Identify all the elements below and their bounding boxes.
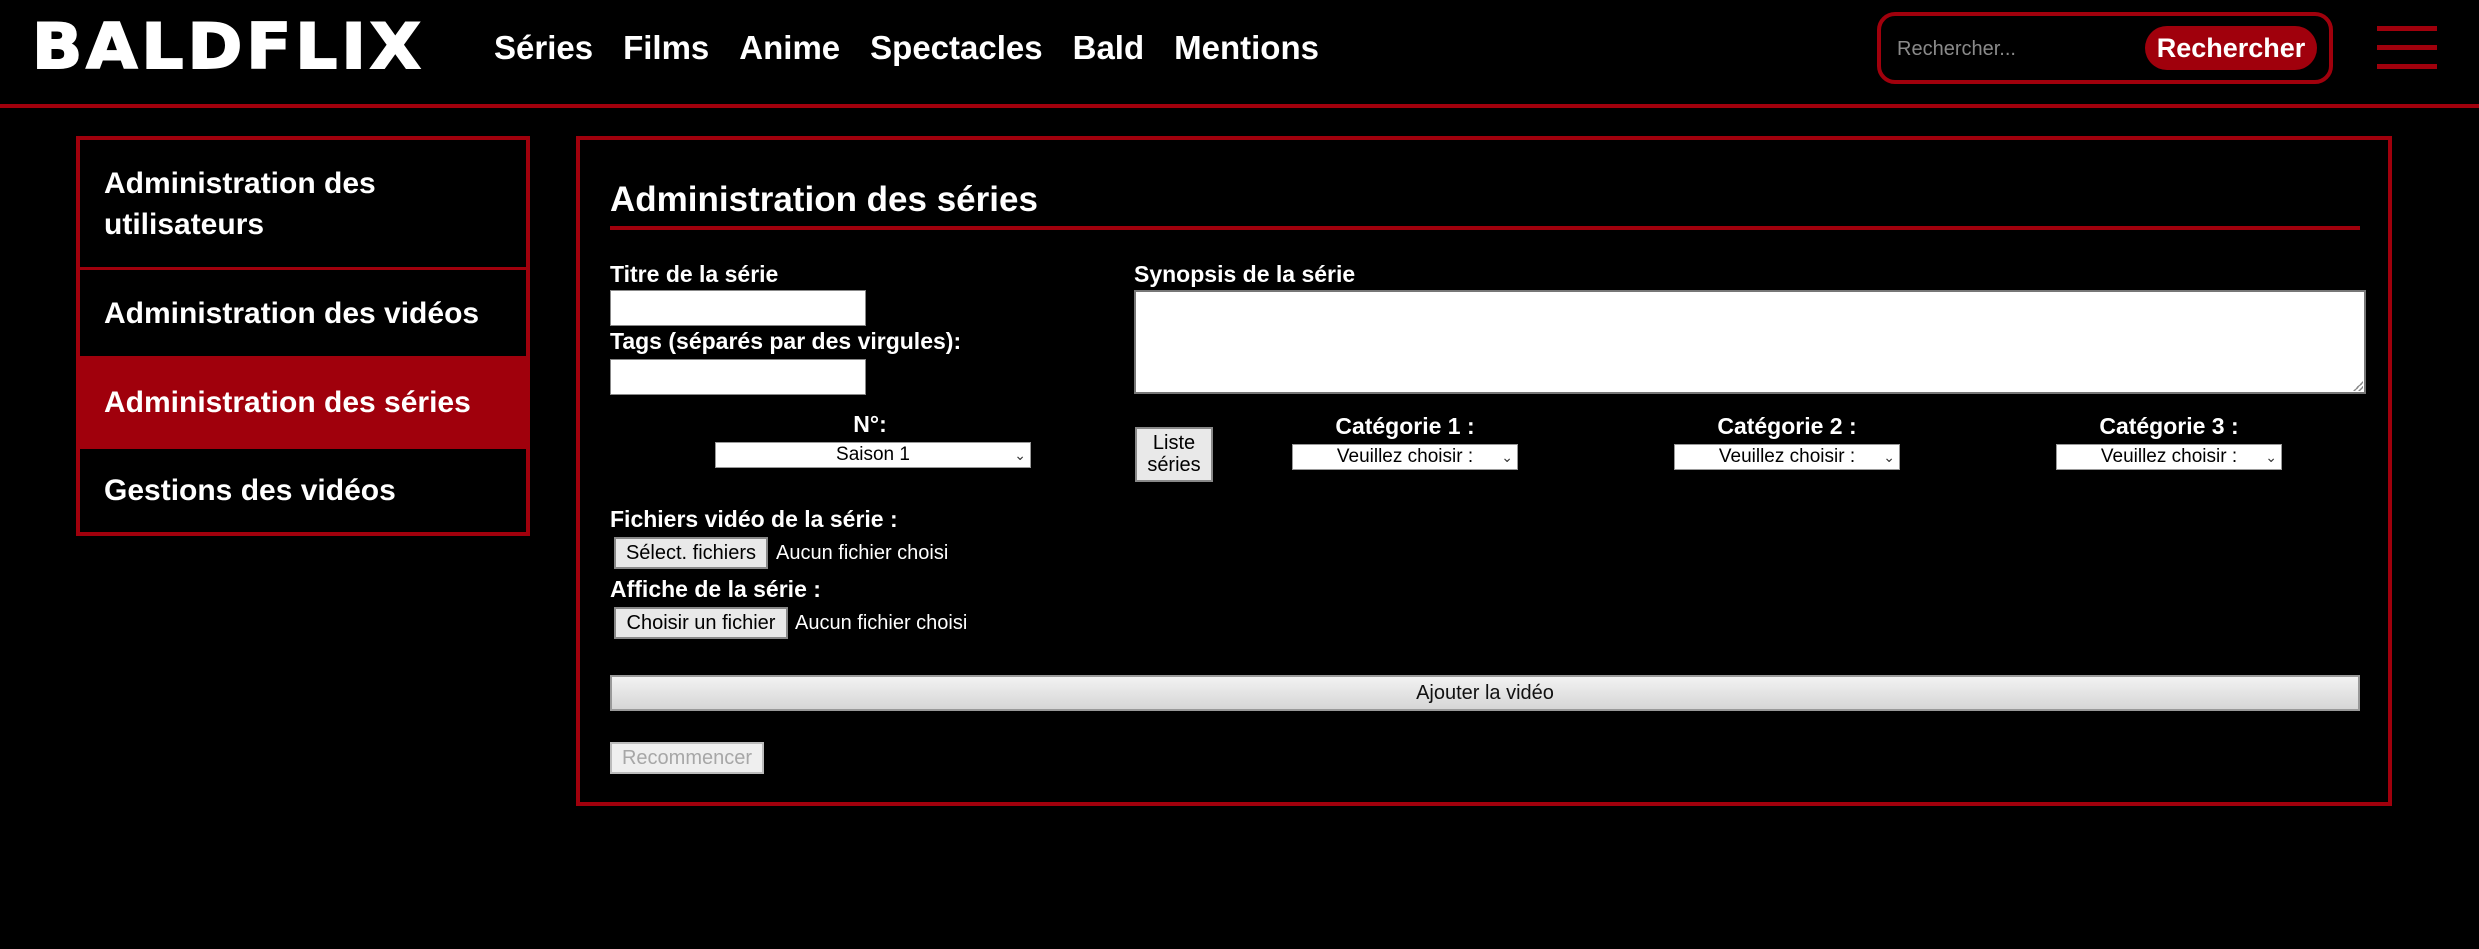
sidebar-item-videos-management[interactable]: Gestions des vidéos: [80, 449, 526, 532]
admin-sidebar: Administration des utilisateurs Administ…: [76, 136, 530, 536]
synopsis-textarea[interactable]: [1134, 290, 2366, 394]
nav-link-bald[interactable]: Bald: [1073, 25, 1145, 71]
tags-input[interactable]: [610, 359, 866, 395]
resize-handle-icon[interactable]: [2353, 381, 2363, 391]
hamburger-menu-icon[interactable]: [2377, 26, 2437, 70]
series-list-button-line2: séries: [1147, 454, 1201, 476]
select-video-files-button[interactable]: Sélect. fichiers: [614, 537, 768, 569]
search-button[interactable]: Rechercher: [2145, 26, 2317, 70]
category-1-select[interactable]: Veuillez choisir : ⌄: [1292, 444, 1518, 470]
nav-link-spectacles[interactable]: Spectacles: [870, 25, 1042, 71]
main-nav: Séries Films Anime Spectacles Bald Menti…: [494, 25, 1319, 71]
nav-link-anime[interactable]: Anime: [739, 25, 840, 71]
tags-label: Tags (séparés par des virgules):: [610, 328, 962, 354]
season-number-label: N°:: [853, 411, 887, 437]
poster-label: Affiche de la série :: [610, 576, 821, 602]
chevron-down-icon: ⌄: [1501, 449, 1513, 465]
site-header: BALDFLIX Séries Films Anime Spectacles B…: [0, 0, 2479, 108]
nav-link-films[interactable]: Films: [623, 25, 709, 71]
category-1-label: Catégorie 1 :: [1335, 413, 1475, 439]
choose-poster-file-button[interactable]: Choisir un fichier: [614, 607, 788, 639]
sidebar-item-videos-admin[interactable]: Administration des vidéos: [80, 270, 526, 359]
sidebar-item-users-admin[interactable]: Administration des utilisateurs: [80, 140, 526, 270]
category-3-selected: Veuillez choisir :: [2100, 446, 2238, 467]
page-title: Administration des séries: [610, 180, 2360, 230]
series-list-button[interactable]: Liste séries: [1135, 427, 1213, 482]
search-input[interactable]: [1895, 28, 2139, 70]
chevron-down-icon: ⌄: [1883, 449, 1895, 465]
chevron-down-icon: ⌄: [2265, 449, 2277, 465]
nav-link-series[interactable]: Séries: [494, 25, 593, 71]
category-2-select[interactable]: Veuillez choisir : ⌄: [1674, 444, 1900, 470]
video-files-status: Aucun fichier choisi: [776, 542, 949, 564]
add-video-button[interactable]: Ajouter la vidéo: [610, 675, 2360, 711]
season-number-selected: Saison 1: [836, 444, 910, 465]
series-admin-panel: Administration des séries Titre de la sé…: [576, 136, 2392, 806]
series-list-button-line1: Liste: [1152, 432, 1196, 454]
sidebar-item-series-admin[interactable]: Administration des séries: [80, 359, 526, 449]
category-2-selected: Veuillez choisir :: [1718, 446, 1856, 467]
site-logo[interactable]: BALDFLIX: [31, 9, 425, 84]
season-number-select[interactable]: Saison 1 ⌄: [715, 442, 1031, 468]
search-form: Rechercher: [1877, 12, 2333, 84]
series-title-label: Titre de la série: [610, 261, 779, 287]
poster-file-status: Aucun fichier choisi: [795, 612, 968, 634]
category-3-label: Catégorie 3 :: [2099, 413, 2239, 439]
nav-link-mentions[interactable]: Mentions: [1174, 25, 1319, 71]
video-files-label: Fichiers vidéo de la série :: [610, 506, 898, 532]
series-title-input[interactable]: [610, 290, 866, 326]
reset-button[interactable]: Recommencer: [610, 742, 764, 774]
category-2-label: Catégorie 2 :: [1717, 413, 1857, 439]
category-3-select[interactable]: Veuillez choisir : ⌄: [2056, 444, 2282, 470]
chevron-down-icon: ⌄: [1014, 447, 1026, 463]
synopsis-label: Synopsis de la série: [1134, 261, 1356, 287]
category-1-selected: Veuillez choisir :: [1336, 446, 1474, 467]
